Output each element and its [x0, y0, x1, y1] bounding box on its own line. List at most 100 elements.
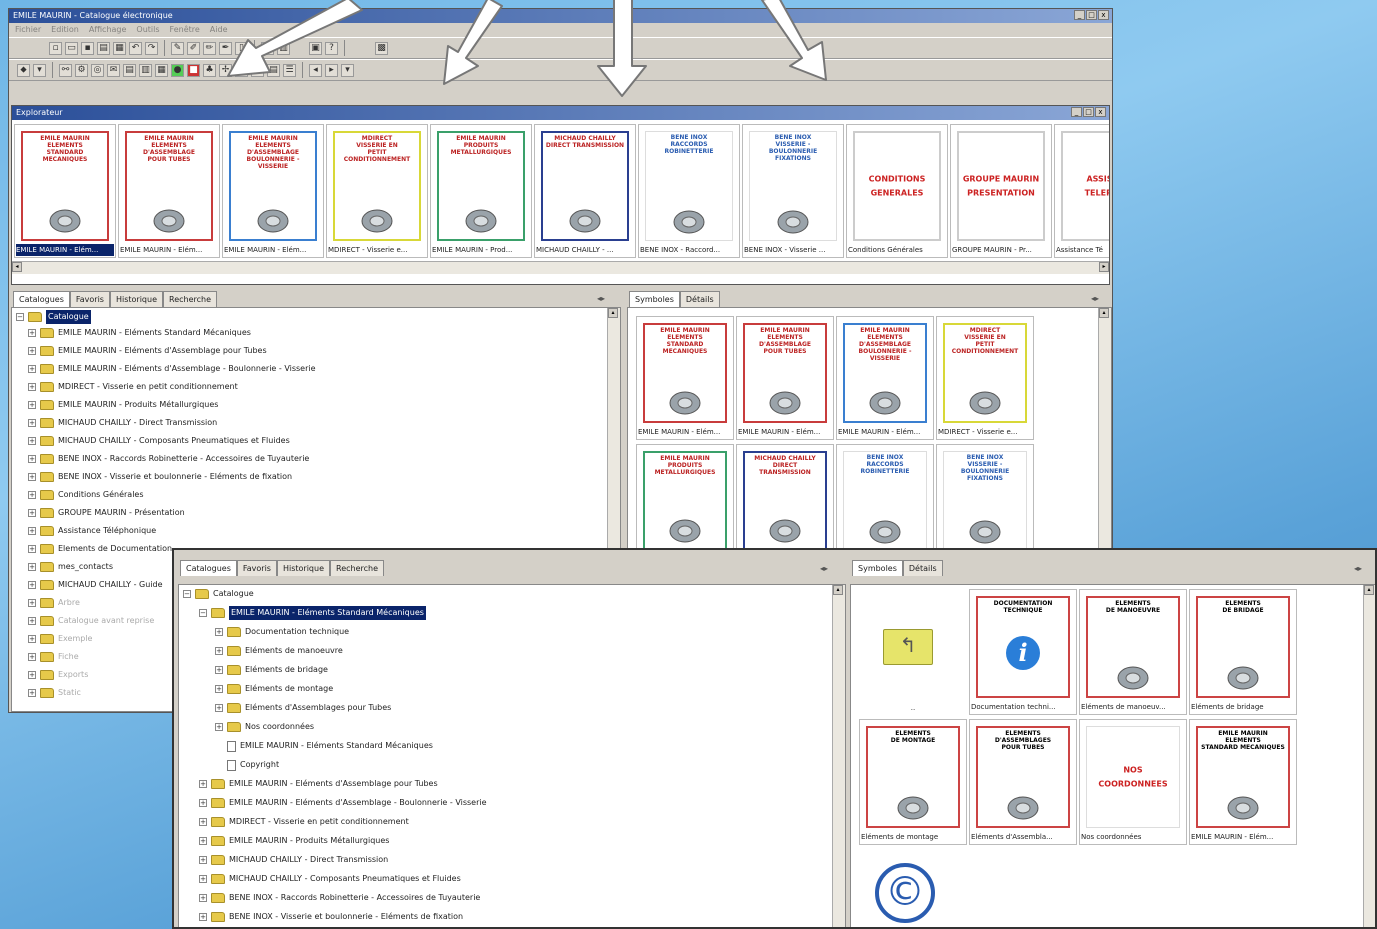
symbol-item[interactable]: EMILE MAURIN ELEMENTS STANDARD MECANIQUE… [1189, 719, 1297, 845]
tree-item[interactable]: + Elements de Documentation [28, 542, 172, 556]
thumbnail[interactable]: EMILE MAURIN PRODUITS METALLURGIQUES EMIL… [430, 124, 532, 258]
expand-icon[interactable]: + [199, 913, 207, 921]
thumbnail[interactable]: EMILE MAURIN ELEMENTS D'ASSEMBLAGE BOULO… [836, 316, 934, 440]
thumbnail[interactable]: MICHAUD CHAILLY DIRECT TRANSMISSION MICHA… [534, 124, 636, 258]
scroll-right-button[interactable]: ▸ [1099, 262, 1109, 272]
tree-item[interactable]: + Exemple [28, 632, 92, 646]
expand-icon[interactable]: + [28, 527, 36, 535]
expand-icon[interactable]: + [199, 799, 207, 807]
tree-item[interactable]: + Exports [28, 668, 88, 682]
tree-item[interactable]: + MICHAUD CHAILLY - Direct Transmission [28, 416, 217, 430]
tab-favoris[interactable]: Favoris [236, 560, 277, 576]
copyright-item[interactable]: © [859, 849, 967, 927]
expand-icon[interactable]: + [28, 509, 36, 517]
tab-details[interactable]: Détails [902, 560, 943, 576]
tree-item[interactable]: + Static [28, 686, 81, 700]
front-grid-scrollbar[interactable]: ▴ [1363, 585, 1375, 927]
scroll-up-button[interactable]: ▴ [1099, 308, 1109, 318]
thumbnail[interactable]: EMILE MAURIN ELEMENTS D'ASSEMBLAGE BOULO… [222, 124, 324, 258]
scroll-up-button[interactable]: ▴ [1364, 585, 1374, 595]
expand-icon[interactable]: + [28, 347, 36, 355]
tab-favoris[interactable]: Favoris [69, 291, 110, 307]
tab-recherche[interactable]: Recherche [330, 560, 385, 576]
tree-item[interactable]: + mes_contacts [28, 560, 113, 574]
tree-item[interactable]: + Fiche [28, 650, 79, 664]
expand-icon[interactable]: + [199, 856, 207, 864]
expand-icon[interactable]: + [28, 617, 36, 625]
thumbnail[interactable]: ASSISTA TELEPHO Assistance Té [1054, 124, 1109, 258]
tree-item[interactable]: + BENE INOX - Raccords Robinetterie - Acc… [199, 891, 480, 905]
tree-item[interactable]: + MDIRECT - Visserie en petit conditionne… [28, 380, 238, 394]
thumbnail[interactable]: BENE INOX RACCORDS ROBINETTERIE BENE INOX… [638, 124, 740, 258]
tree-child[interactable]: Copyright [215, 758, 279, 772]
tree-item[interactable]: + EMILE MAURIN - Eléments d'Assemblage - … [28, 362, 316, 376]
tab-symboles[interactable]: Symboles [629, 291, 680, 307]
thumbnail[interactable]: BENE INOX VISSERIE - BOULONNERIE FIXATIO… [742, 124, 844, 258]
thumbnail[interactable]: MDIRECT VISSERIE EN PETIT CONDITIONNEMEN… [936, 316, 1034, 440]
symbol-item[interactable]: ELEMENTS DE MANOEUVRE Eléments de manoeuv… [1079, 589, 1187, 715]
tree-item[interactable]: + EMILE MAURIN - Eléments d'Assemblage po… [28, 344, 267, 358]
tree-root[interactable]: − Catalogue [183, 587, 254, 601]
back-left-nav-icon[interactable]: ◂▸ [597, 294, 605, 303]
expand-icon[interactable]: + [28, 455, 36, 463]
scroll-up-button[interactable]: ▴ [833, 585, 843, 595]
tree-item[interactable]: + MICHAUD CHAILLY - Guide [28, 578, 163, 592]
thumbnail[interactable]: EMILE MAURIN ELEMENTS STANDARD MECANIQUE… [636, 316, 734, 440]
tree-child[interactable]: EMILE MAURIN - Eléments Standard Mécaniq… [215, 739, 433, 753]
tree-item[interactable]: + Conditions Générales [28, 488, 144, 502]
tree-child[interactable]: + Eléments de montage [215, 682, 333, 696]
tree-item[interactable]: + MICHAUD CHAILLY - Direct Transmission [199, 853, 388, 867]
symbol-item[interactable]: NOS COORDONNEES Nos coordonnées [1079, 719, 1187, 845]
expand-icon[interactable]: + [28, 671, 36, 679]
tab-historique[interactable]: Historique [109, 291, 163, 307]
expand-icon[interactable]: + [28, 581, 36, 589]
expand-icon[interactable]: + [28, 419, 36, 427]
tab-historique[interactable]: Historique [276, 560, 330, 576]
tree-item[interactable]: + BENE INOX - Visserie et boulonnerie - E… [199, 910, 463, 924]
tree-item[interactable]: + Catalogue avant reprise [28, 614, 154, 628]
tree-child[interactable]: + Eléments de manoeuvre [215, 644, 343, 658]
expand-icon[interactable]: + [199, 780, 207, 788]
tree-item[interactable]: + MDIRECT - Visserie en petit conditionne… [199, 815, 409, 829]
expand-icon[interactable]: + [215, 704, 223, 712]
back-right-nav-icon[interactable]: ◂▸ [1091, 294, 1099, 303]
expand-icon[interactable]: + [28, 563, 36, 571]
tree-child[interactable]: + Eléments de bridage [215, 663, 328, 677]
expand-icon[interactable]: + [28, 689, 36, 697]
tree-item[interactable]: + Arbre [28, 596, 80, 610]
expand-icon[interactable]: + [215, 666, 223, 674]
tab-catalogues[interactable]: Catalogues [13, 291, 70, 307]
collapse-icon[interactable]: − [183, 590, 191, 598]
tree-item[interactable]: + GROUPE MAURIN - Présentation [28, 506, 185, 520]
thumbnail-strip-scrollbar[interactable]: ◂ ▸ [12, 261, 1109, 274]
expand-icon[interactable]: + [199, 894, 207, 902]
expand-icon[interactable]: + [199, 837, 207, 845]
expand-icon[interactable]: + [199, 875, 207, 883]
tab-symboles[interactable]: Symboles [852, 560, 903, 576]
expand-icon[interactable]: + [215, 685, 223, 693]
thumbnail[interactable]: CONDITIONS GENERALES Conditions Générales [846, 124, 948, 258]
tree-child[interactable]: + Documentation technique [215, 625, 349, 639]
expand-icon[interactable]: + [215, 647, 223, 655]
tree-item[interactable]: + Assistance Téléphonique [28, 524, 156, 538]
tree-item[interactable]: + MICHAUD CHAILLY - Composants Pneumatiqu… [28, 434, 290, 448]
tab-recherche[interactable]: Recherche [163, 291, 218, 307]
expand-icon[interactable]: + [215, 628, 223, 636]
expand-icon[interactable]: + [28, 653, 36, 661]
expand-icon[interactable]: + [28, 473, 36, 481]
tree-child[interactable]: + Nos coordonnées [215, 720, 314, 734]
tree-item[interactable]: + EMILE MAURIN - Produits Métallurgiques [199, 834, 389, 848]
tree-item[interactable]: + BENE INOX - Raccords Robinetterie - Acc… [28, 452, 309, 466]
front-right-nav-icon[interactable]: ◂▸ [1354, 564, 1362, 573]
tree-item[interactable]: + EMILE MAURIN - Eléments d'Assemblage - … [199, 796, 487, 810]
expand-icon[interactable]: + [28, 365, 36, 373]
thumbnail[interactable]: MDIRECT VISSERIE EN PETIT CONDITIONNEMEN… [326, 124, 428, 258]
tree-item[interactable]: + BENE INOX - Visserie et boulonnerie - E… [28, 470, 292, 484]
expand-icon[interactable]: + [28, 329, 36, 337]
symbol-item[interactable]: ELEMENTS D'ASSEMBLAGES POUR TUBES Elément… [969, 719, 1077, 845]
tree-item[interactable]: + MICHAUD CHAILLY - Composants Pneumatiqu… [199, 872, 461, 886]
expand-icon[interactable]: + [28, 545, 36, 553]
thumbnail[interactable]: EMILE MAURIN ELEMENTS STANDARD MECANIQUE… [14, 124, 116, 258]
tree-item[interactable]: + EMILE MAURIN - Eléments d'Assemblage po… [199, 777, 438, 791]
front-left-nav-icon[interactable]: ◂▸ [820, 564, 828, 573]
